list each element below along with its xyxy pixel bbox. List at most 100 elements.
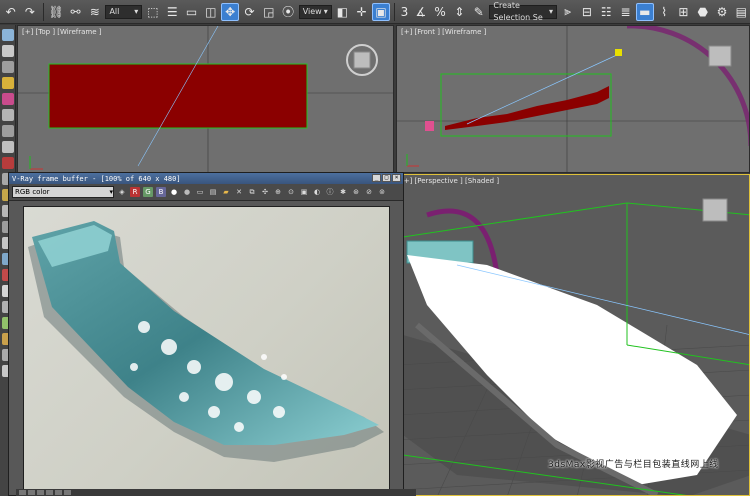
- chevron-down-icon: ▾: [134, 6, 139, 16]
- duplicate-to-mfb-icon[interactable]: ⧉: [247, 187, 257, 197]
- link-to-render-icon[interactable]: ▣: [299, 187, 309, 197]
- red-channel-button[interactable]: R: [130, 187, 140, 197]
- green-channel-button[interactable]: G: [143, 187, 153, 197]
- region-render-icon[interactable]: ⊕: [273, 187, 283, 197]
- rendered-water-slide: [28, 221, 384, 462]
- viewport-perspective-graphics: [397, 198, 749, 495]
- create-panel-icon[interactable]: [2, 29, 14, 41]
- rectangular-selection-icon[interactable]: ▭: [183, 3, 200, 21]
- particle-icon[interactable]: [2, 157, 14, 169]
- select-by-name-icon[interactable]: ☰: [164, 3, 181, 21]
- render-last-icon[interactable]: ⊙: [286, 187, 296, 197]
- create-selection-set-dropdown[interactable]: Create Selection Se ▾: [489, 1, 557, 22]
- hierarchy-panel-icon[interactable]: [2, 61, 14, 73]
- maximize-icon[interactable]: □: [382, 174, 391, 182]
- alpha-channel-icon[interactable]: ●: [169, 187, 179, 197]
- rendered-image: [23, 206, 390, 491]
- status-icon[interactable]: [28, 490, 35, 495]
- status-icon[interactable]: [64, 490, 71, 495]
- vfb-bottom-strip: [16, 489, 416, 496]
- schematic-view-icon[interactable]: ⊞: [675, 3, 692, 21]
- chevron-down-icon: ▾: [109, 188, 113, 196]
- viewport-perspective-label[interactable]: [+] [Perspective ] [Shaded ]: [401, 177, 499, 185]
- vfb-lens-effects-icon[interactable]: ⊚: [377, 187, 387, 197]
- vray-frame-buffer-window[interactable]: V-Ray frame buffer - [100% of 640 x 480]…: [8, 172, 404, 496]
- light-icon[interactable]: [2, 77, 14, 89]
- toolbar-separator: [393, 2, 395, 21]
- bind-to-space-warp-icon[interactable]: ≋: [86, 3, 103, 21]
- curve-editor-icon[interactable]: ⌇: [656, 3, 673, 21]
- select-and-link-icon[interactable]: ⛓: [48, 3, 65, 21]
- create-selection-set-value: Create Selection Se: [493, 0, 543, 22]
- undo-icon[interactable]: ↶: [2, 3, 19, 21]
- status-icon[interactable]: [55, 490, 62, 495]
- select-and-place-icon[interactable]: ⦿: [279, 3, 296, 21]
- vfb-history-icon[interactable]: ⊘: [364, 187, 374, 197]
- pivot-center-icon[interactable]: ◧: [334, 3, 351, 21]
- select-manipulate-icon[interactable]: ✛: [353, 3, 370, 21]
- clear-image-icon[interactable]: ✕: [234, 187, 244, 197]
- force-color-clamp-icon[interactable]: ✱: [338, 187, 348, 197]
- mirror-icon[interactable]: ⫸: [559, 3, 576, 21]
- show-corrections-icon[interactable]: ◐: [312, 187, 322, 197]
- track-mouse-icon[interactable]: ✣: [260, 187, 270, 197]
- toolbar-separator: [42, 2, 44, 21]
- select-and-scale-icon[interactable]: ◲: [260, 3, 277, 21]
- color-picker-icon[interactable]: ◈: [117, 187, 127, 197]
- percent-snap-icon[interactable]: %: [431, 3, 448, 21]
- viewport-top-label[interactable]: [+] [Top ] [Wireframe ]: [22, 28, 101, 36]
- main-toolbar: ↶ ↷ ⛓ ⚯ ≋ All ▾ ⬚ ☰ ▭ ◫ ✥ ⟳ ◲ ⦿ View ▾ ◧ ✛…: [0, 0, 750, 24]
- rendered-frame-window-icon[interactable]: ▤: [733, 3, 750, 21]
- viewport-perspective[interactable]: [+] [Perspective ] [Shaded ]: [396, 174, 750, 496]
- selection-filter-dropdown[interactable]: All ▾: [105, 4, 143, 19]
- viewcube-box: [353, 51, 371, 69]
- modify-panel-icon[interactable]: [2, 45, 14, 57]
- ribbon-toggle-icon[interactable]: ▬: [636, 2, 654, 21]
- chevron-down-icon: ▾: [548, 6, 553, 16]
- open-folder-icon[interactable]: ▰: [221, 187, 231, 197]
- select-object-icon[interactable]: ⬚: [144, 3, 161, 21]
- save-image-icon[interactable]: ▭: [195, 187, 205, 197]
- window-crossing-icon[interactable]: ◫: [202, 3, 219, 21]
- vfb-options-icon[interactable]: ⊛: [351, 187, 361, 197]
- viewport-front-label[interactable]: [+] [Front ] [Wireframe ]: [401, 28, 486, 36]
- scene-explorer-icon[interactable]: ☷: [598, 3, 615, 21]
- pixel-info-icon[interactable]: ⓘ: [325, 187, 335, 197]
- vfb-title-text: V-Ray frame buffer - [100% of 640 x 480]: [12, 174, 181, 183]
- material-editor-icon[interactable]: ⬣: [694, 3, 711, 21]
- viewport-front[interactable]: [+] [Front ] [Wireframe ]: [396, 25, 750, 173]
- magenta-path-arc: [627, 26, 749, 147]
- vfb-title-bar[interactable]: V-Ray frame buffer - [100% of 640 x 480]…: [9, 173, 403, 184]
- unlink-selection-icon[interactable]: ⚯: [67, 3, 84, 21]
- layer-explorer-icon[interactable]: ≣: [617, 3, 634, 21]
- align-icon[interactable]: ⊟: [578, 3, 595, 21]
- camera-icon[interactable]: [2, 93, 14, 105]
- status-icon[interactable]: [46, 490, 53, 495]
- keyboard-shortcut-override-icon[interactable]: ▣: [372, 2, 390, 21]
- camera-icon-front: [425, 121, 434, 131]
- select-and-move-icon[interactable]: ✥: [221, 2, 239, 21]
- viewport-top[interactable]: [+] [Top ] [Wireframe ]: [17, 25, 394, 173]
- mono-mode-icon[interactable]: ●: [182, 187, 192, 197]
- load-image-icon[interactable]: ▤: [208, 187, 218, 197]
- reference-coordinate-dropdown[interactable]: View ▾: [298, 4, 332, 19]
- render-setup-icon[interactable]: ⚙: [713, 3, 730, 21]
- viewport-top-graphics: [18, 26, 393, 172]
- status-icon[interactable]: [19, 490, 26, 495]
- systems-icon[interactable]: [2, 141, 14, 153]
- angle-snap-icon[interactable]: ∡: [412, 3, 429, 21]
- redo-icon[interactable]: ↷: [21, 3, 38, 21]
- spinner-snap-icon[interactable]: ⇕: [451, 3, 468, 21]
- select-and-rotate-icon[interactable]: ⟳: [241, 3, 258, 21]
- edit-named-selection-icon[interactable]: ✎: [470, 3, 487, 21]
- minimize-icon[interactable]: _: [372, 174, 381, 182]
- blue-channel-button[interactable]: B: [156, 187, 166, 197]
- space-warp-icon[interactable]: [2, 125, 14, 137]
- status-icon[interactable]: [37, 490, 44, 495]
- vfb-channel-dropdown[interactable]: RGB color ▾: [12, 186, 114, 198]
- close-icon[interactable]: ×: [392, 174, 401, 182]
- camera-target-icon: [615, 49, 622, 56]
- helper-icon[interactable]: [2, 109, 14, 121]
- angle-snap-label[interactable]: 3: [399, 3, 411, 21]
- watermark-text: 3dsMax影视广告与栏目包装直线网上线: [548, 460, 719, 470]
